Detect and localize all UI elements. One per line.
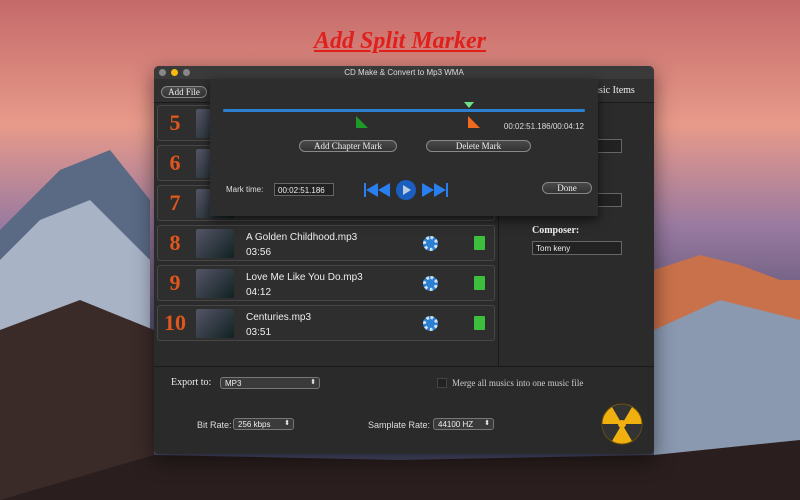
track-number: 7	[169, 190, 181, 215]
mark-time-input[interactable]: 00:02:51.186	[274, 183, 334, 196]
mark-time-label: Mark time:	[226, 185, 264, 194]
export-label: Export to:	[171, 377, 212, 388]
track-duration: 04:12	[246, 287, 272, 298]
merge-checkbox[interactable]	[437, 378, 447, 388]
promo-title: Add Split Marker	[313, 28, 487, 54]
bitrate-select[interactable]: 256 kbps	[233, 418, 294, 430]
export-panel: Export to: MP3 Merge all musics into one…	[154, 366, 654, 454]
album-art	[196, 229, 234, 258]
track-name: Love Me Like You Do.mp3	[246, 272, 363, 283]
app-window: CD Make & Convert to Mp3 WMA Add File us…	[154, 66, 654, 454]
selected-mark-icon[interactable]	[468, 116, 480, 128]
track-row[interactable]: 8 A Golden Childhood.mp3 03:56	[157, 225, 495, 261]
zoom-button[interactable]	[183, 69, 190, 76]
trash-icon[interactable]	[474, 276, 485, 290]
chapter-mark-icon[interactable]	[356, 116, 368, 128]
track-row[interactable]: 10 Centuries.mp3 03:51	[157, 305, 495, 341]
gear-icon[interactable]	[423, 316, 438, 331]
burn-icon[interactable]	[601, 403, 643, 445]
track-number: 6	[169, 150, 181, 175]
composer-input[interactable]: Tom keny	[532, 241, 622, 255]
album-art	[196, 269, 234, 298]
done-button[interactable]: Done	[542, 182, 592, 194]
rewind-icon[interactable]	[364, 183, 390, 197]
split-marker-sheet: 00:02:51.186/00:04:12 Add Chapter Mark D…	[210, 79, 598, 216]
add-file-button[interactable]: Add File	[161, 86, 207, 98]
minimize-button[interactable]	[171, 69, 178, 76]
play-icon[interactable]	[396, 180, 416, 200]
track-name: Centuries.mp3	[246, 312, 312, 323]
format-select[interactable]: MP3	[220, 377, 320, 389]
track-duration: 03:56	[246, 247, 272, 258]
samplerate-select[interactable]: 44100 HZ	[433, 418, 494, 430]
bitrate-label: Bit Rate:	[197, 420, 232, 430]
samplerate-label: Samplate Rate:	[368, 420, 431, 430]
gear-icon[interactable]	[423, 276, 438, 291]
track-duration: 03:51	[246, 327, 272, 338]
composer-label: Composer:	[532, 225, 580, 236]
trash-icon[interactable]	[474, 316, 485, 330]
gear-icon[interactable]	[423, 236, 438, 251]
playback-controls	[364, 180, 448, 200]
detail-field[interactable]	[597, 139, 622, 153]
window-title: CD Make & Convert to Mp3 WMA	[344, 68, 464, 77]
time-readout: 00:02:51.186/00:04:12	[503, 122, 584, 131]
merge-label: Merge all musics into one music file	[452, 378, 584, 388]
track-row[interactable]: 9 Love Me Like You Do.mp3 04:12	[157, 265, 495, 301]
add-chapter-mark-button[interactable]: Add Chapter Mark	[299, 140, 397, 152]
delete-mark-button[interactable]: Delete Mark	[426, 140, 531, 152]
close-button[interactable]	[159, 69, 166, 76]
trash-icon[interactable]	[474, 236, 485, 250]
timeline-slider[interactable]	[223, 109, 585, 112]
track-number: 10	[164, 310, 186, 335]
music-items-label: usic Items	[594, 85, 635, 96]
track-name: A Golden Childhood.mp3	[246, 232, 358, 243]
track-number: 8	[169, 230, 181, 255]
detail-field[interactable]	[597, 193, 622, 207]
track-number: 5	[169, 110, 181, 135]
title-bar: CD Make & Convert to Mp3 WMA	[154, 66, 654, 79]
album-art	[196, 309, 234, 338]
fast-forward-icon[interactable]	[422, 183, 448, 197]
playhead-icon[interactable]	[464, 102, 475, 108]
track-number: 9	[169, 270, 181, 295]
